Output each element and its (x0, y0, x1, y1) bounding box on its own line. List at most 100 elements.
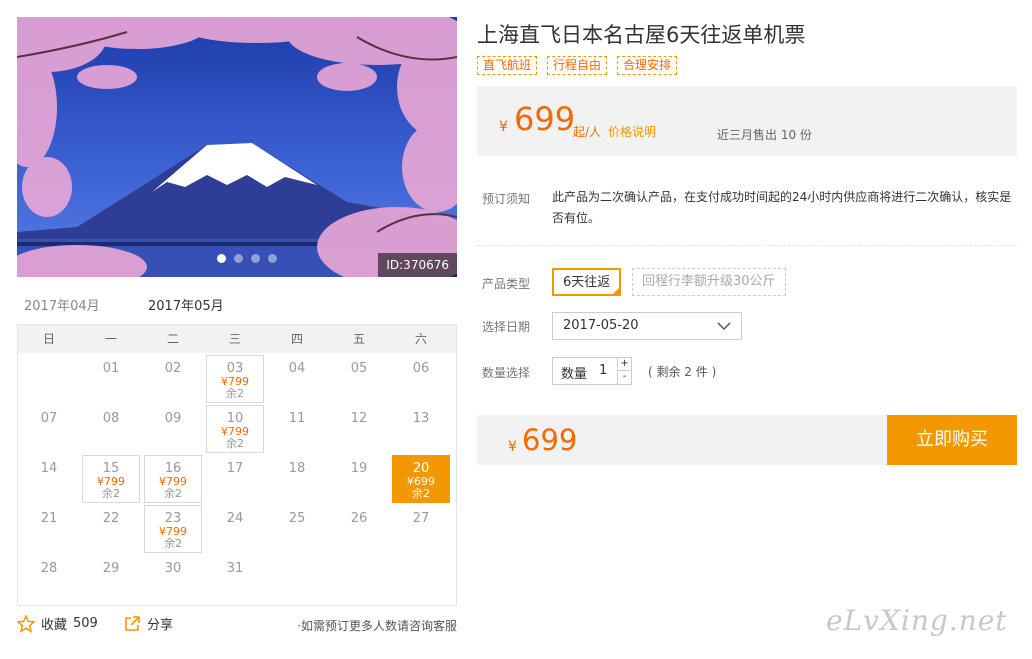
quantity-stepper: 数量 1 + - (552, 357, 632, 385)
share-button[interactable]: 分享 (123, 614, 173, 633)
calendar-day: 30 (144, 555, 202, 603)
day-number: 19 (350, 461, 368, 476)
calendar-day[interactable]: 16 ¥799 余2 (144, 455, 202, 503)
day-remaining: 余2 (226, 387, 244, 400)
product-type-option-disabled: 回程行李额升级30公斤 (632, 268, 786, 296)
day-number: 21 (40, 511, 58, 526)
day-number: 14 (40, 461, 58, 476)
share-label: 分享 (147, 618, 174, 633)
carousel-dot[interactable] (217, 254, 226, 263)
currency-symbol: ¥ (499, 119, 508, 135)
date-value: 2017-05-20 (563, 318, 639, 333)
day-number: 12 (350, 411, 368, 426)
product-title: 上海直飞日本名古屋6天往返单机票 (477, 23, 806, 47)
calendar-day: 19 (330, 455, 388, 503)
carousel-dot[interactable] (268, 254, 277, 263)
total-currency: ¥ (508, 439, 517, 455)
date-select[interactable]: 2017-05-20 (552, 312, 742, 340)
weekday-label: 二 (166, 332, 179, 346)
divider (477, 245, 1017, 246)
total-price: 699 (522, 423, 578, 457)
price-value: 699 (514, 100, 576, 138)
day-remaining: 余2 (412, 487, 430, 500)
carousel-dot[interactable] (234, 254, 243, 263)
calendar-day: 21 (20, 505, 78, 553)
weekday-label: 五 (352, 332, 365, 346)
calendar-day: 27 (392, 505, 450, 553)
watermark: eLvXing.net (826, 604, 1008, 637)
calendar-day[interactable]: 23 ¥799 余2 (144, 505, 202, 553)
calendar-day: 29 (82, 555, 140, 603)
day-number: 30 (164, 561, 182, 576)
calendar-day[interactable]: 10 ¥799 余2 (206, 405, 264, 453)
quantity-label: 数量选择 (482, 366, 531, 380)
calendar-day: 09 (144, 405, 202, 453)
month-tabs: 2017年04月 2017年05月 (17, 293, 457, 327)
favorite-count: 509 (73, 616, 98, 631)
notice-text: 此产品为二次确认产品，在支付成功时间起的24小时内供应商将进行二次确认，核实是否… (552, 190, 1012, 225)
product-photo[interactable]: ID:370676 (17, 17, 457, 277)
carousel-dots (217, 254, 277, 263)
carousel-dot[interactable] (251, 254, 260, 263)
tab-month-april[interactable]: 2017年04月 (17, 299, 107, 327)
calendar-day: 28 (20, 555, 78, 603)
day-number: 08 (102, 411, 120, 426)
day-number: 25 (288, 511, 306, 526)
day-number: 16 (164, 461, 182, 476)
calendar-day[interactable]: 15 ¥799 余2 (82, 455, 140, 503)
quantity-decrease-button[interactable]: - (617, 371, 631, 384)
calendar-day: 08 (82, 405, 140, 453)
quantity-increase-button[interactable]: + (617, 358, 631, 371)
notice-label: 预订须知 (482, 192, 531, 206)
day-number: 05 (350, 361, 368, 376)
day-number: 28 (40, 561, 58, 576)
day-number: 24 (226, 511, 244, 526)
calendar-day: 11 (268, 405, 326, 453)
day-number: 15 (102, 461, 120, 476)
day-number: 03 (226, 361, 244, 376)
product-type-label: 产品类型 (482, 277, 531, 291)
day-number: 07 (40, 411, 58, 426)
calendar-day: 31 (206, 555, 264, 603)
action-bar: 收藏 509 分享 ·如需预订更多人数请咨询客服 (17, 614, 457, 638)
day-number: 23 (164, 511, 182, 526)
feature-tag: 直飞航班 (477, 56, 538, 75)
price-explain-link[interactable]: 价格说明 (608, 123, 656, 140)
product-page: ID:370676 2017年04月 2017年05月 日 一 二 三 四 五 … (0, 0, 1032, 659)
calendar-day: 06 (392, 355, 450, 403)
tab-month-may[interactable]: 2017年05月 (141, 299, 240, 327)
favorite-button[interactable]: 收藏 509 (17, 614, 98, 633)
day-number: 06 (412, 361, 430, 376)
star-icon (17, 614, 35, 633)
weekday-label: 四 (290, 332, 303, 346)
day-remaining: 余2 (102, 487, 120, 500)
day-number: 26 (350, 511, 368, 526)
weekday-label: 日 (42, 332, 55, 346)
product-type-option-selected[interactable]: 6天往返 (552, 268, 622, 296)
day-number: 20 (412, 461, 430, 476)
calendar-day: 17 (206, 455, 264, 503)
calendar-day: 22 (82, 505, 140, 553)
favorite-label: 收藏 (41, 618, 68, 633)
calendar-day: 18 (268, 455, 326, 503)
weekday-label: 一 (104, 332, 117, 346)
calendar-day: 24 (206, 505, 264, 553)
calendar-day[interactable]: 03 ¥799 余2 (206, 355, 264, 403)
day-number: 02 (164, 361, 182, 376)
calendar-day-selected[interactable]: 20 ¥699 余2 (392, 455, 450, 503)
image-id-badge: ID:370676 (378, 253, 457, 277)
day-remaining: 余2 (226, 437, 244, 450)
calendar-day: 13 (392, 405, 450, 453)
day-remaining: 余2 (164, 487, 182, 500)
calendar-day: 04 (268, 355, 326, 403)
day-remaining: 余2 (164, 537, 182, 550)
weekday-header: 日 一 二 三 四 五 六 (18, 325, 456, 353)
price-unit: 起/人 (573, 125, 602, 139)
chevron-down-icon (717, 322, 731, 331)
feature-tag: 合理安排 (617, 56, 678, 75)
calendar-day: 07 (20, 405, 78, 453)
calendar-day: 14 (20, 455, 78, 503)
feature-tags: 直飞航班 行程自由 合理安排 (477, 56, 678, 75)
buy-now-button[interactable]: 立即购买 (887, 415, 1017, 465)
quantity-input[interactable]: 1 (599, 363, 607, 378)
